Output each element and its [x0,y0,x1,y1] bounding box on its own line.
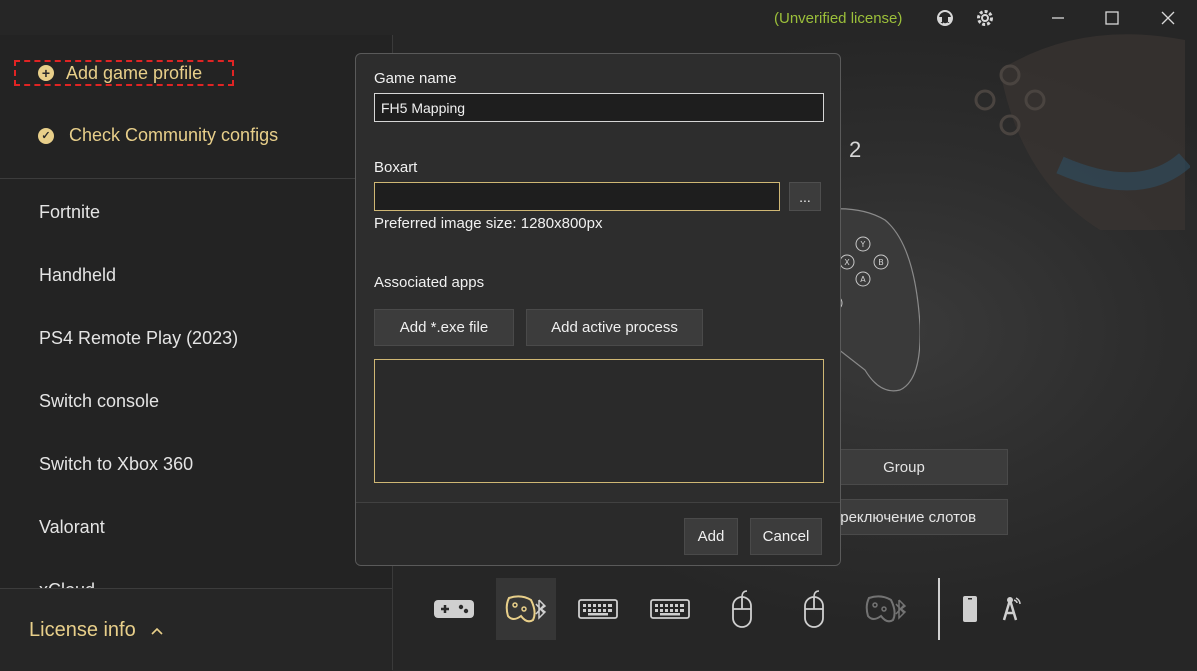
keyboard-icon[interactable] [568,578,628,640]
profile-item-switch-console[interactable]: Switch console [39,391,159,412]
plus-circle-icon: + [38,65,54,81]
add-game-profile-label: Add game profile [66,62,203,83]
controller-button-y: Y [860,240,866,249]
antenna-icon[interactable] [980,578,1040,640]
sidebar-divider [0,178,392,179]
boxart-path-input[interactable] [374,182,780,211]
profile-item-switch-to-xbox-360[interactable]: Switch to Xbox 360 [39,454,193,475]
sidebar-footer: License info [0,588,392,671]
add-game-profile-button[interactable]: + Add game profile [14,60,234,86]
boxart-label: Boxart [374,159,418,176]
settings-gear-icon[interactable] [972,5,998,31]
game-name-label: Game name [374,70,457,87]
support-icon[interactable] [932,5,958,31]
browse-boxart-button[interactable]: ... [789,182,821,211]
check-community-configs-button[interactable]: ✓ Check Community configs [38,125,278,146]
associated-apps-list[interactable] [374,359,824,483]
checkmark-circle-icon: ✓ [38,127,54,144]
cancel-button[interactable]: Cancel [750,518,822,555]
sidebar: + Add game profile ✓ Check Community con… [0,35,393,671]
profile-item-fortnite[interactable]: Fortnite [39,202,100,223]
profile-item-valorant[interactable]: Valorant [39,517,105,538]
associated-apps-label: Associated apps [374,274,485,291]
chevron-up-icon [151,619,163,642]
gamepad-icon[interactable] [424,578,484,640]
mouse-alt-icon[interactable] [784,578,844,640]
add-exe-file-button[interactable]: Add *.exe file [374,309,514,346]
gamepad-bluetooth-icon[interactable] [496,578,556,640]
close-icon[interactable] [1155,5,1181,31]
add-game-dialog: Game name Boxart ... Preferred image siz… [355,53,841,566]
controller-button-a: A [860,275,866,284]
image-size-hint: Preferred image size: 1280x800px [374,215,603,232]
dialog-footer: Add Cancel [356,502,840,565]
mouse-icon[interactable] [712,578,772,640]
controller-button-x: X [844,258,850,267]
license-info-toggle[interactable]: License info [29,619,163,642]
profile-item-handheld[interactable]: Handheld [39,265,116,286]
minimize-icon[interactable] [1045,5,1071,31]
controller-button-b: B [878,258,884,267]
license-info-label: License info [29,619,136,641]
slot-number: 2 [849,137,862,162]
license-status[interactable]: (Unverified license) [774,10,902,27]
profile-item-ps4-remote-play[interactable]: PS4 Remote Play (2023) [39,328,238,349]
keyboard-alt-icon[interactable] [640,578,700,640]
add-button[interactable]: Add [684,518,738,555]
game-name-input[interactable] [374,93,824,122]
add-active-process-button[interactable]: Add active process [526,309,703,346]
gamepad-bluetooth-disabled-icon[interactable] [856,578,916,640]
check-community-configs-label: Check Community configs [69,125,279,145]
maximize-icon[interactable] [1099,5,1125,31]
joycon-background-art [974,34,1190,230]
